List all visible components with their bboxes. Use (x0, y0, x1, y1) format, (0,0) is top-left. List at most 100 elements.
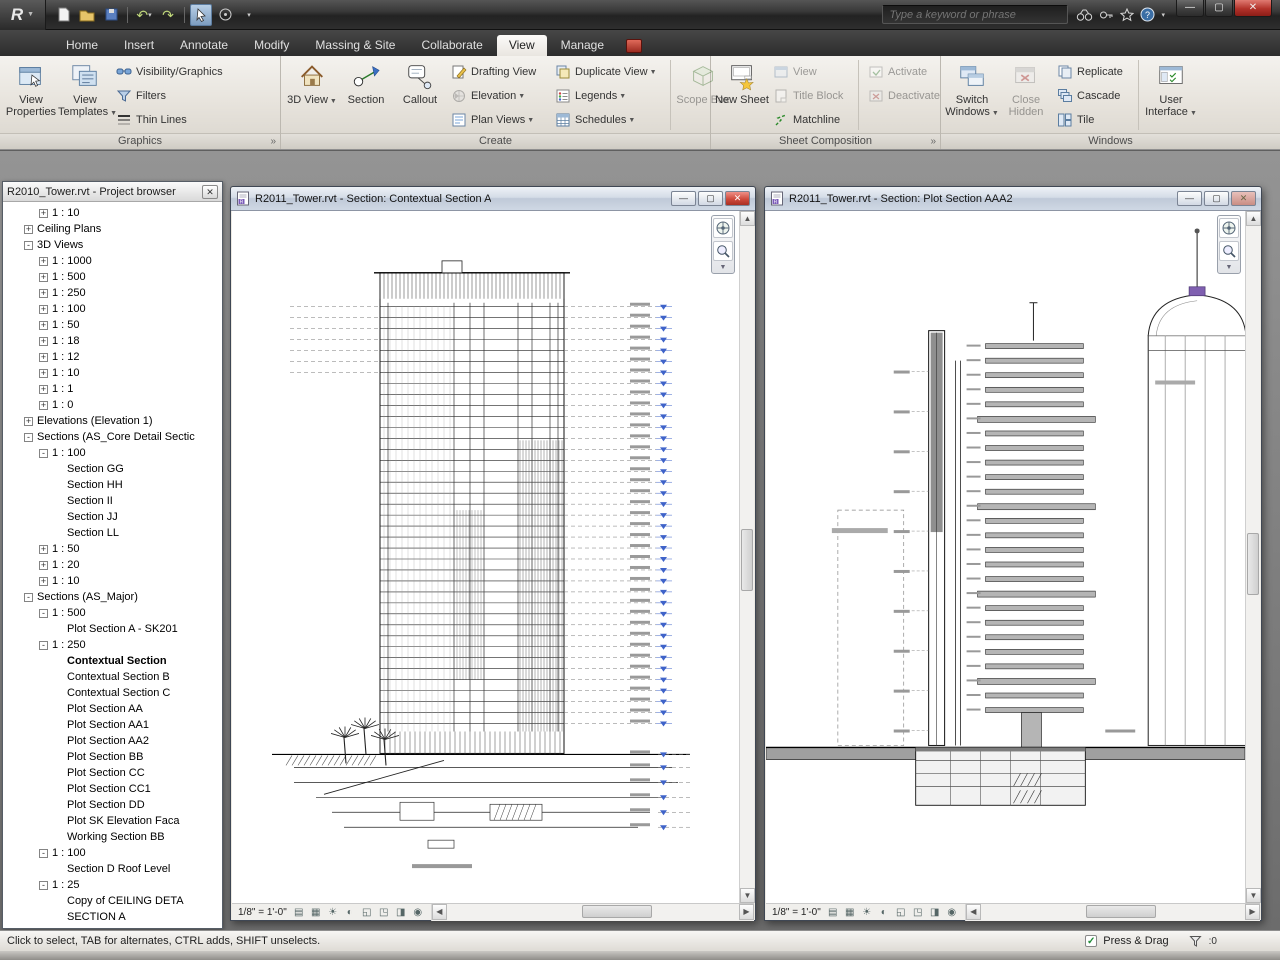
panel-label-sheet-composition[interactable]: Sheet Composition» (711, 133, 940, 149)
scroll-right-icon[interactable]: ▶ (739, 904, 754, 920)
new-sheet-button[interactable]: New Sheet (715, 58, 769, 132)
tree-item[interactable]: Section II (3, 493, 222, 509)
redo-button[interactable]: ↷ (157, 4, 179, 26)
view-properties-button[interactable]: View Properties (4, 58, 58, 132)
tree-item[interactable]: Plot Section AA1 (3, 717, 222, 733)
minimize-window-button[interactable]: — (1176, 0, 1204, 17)
tab-massing-site[interactable]: Massing & Site (303, 35, 407, 56)
tree-item[interactable]: +1 : 20 (3, 557, 222, 573)
tree-item[interactable]: +Ceiling Plans (3, 221, 222, 237)
tree-item[interactable]: Contextual Section B (3, 669, 222, 685)
tree-item[interactable]: +1 : 50 (3, 541, 222, 557)
shadows-icon[interactable]: ◐ (343, 906, 357, 919)
tree-item[interactable]: Working Section BB (3, 829, 222, 845)
expand-icon[interactable]: + (39, 321, 48, 330)
tree-item[interactable]: -3D Views (3, 237, 222, 253)
tree-item[interactable]: Section GG (3, 461, 222, 477)
collapse-icon[interactable]: - (39, 609, 48, 618)
scrollbar-thumb[interactable] (1247, 533, 1259, 595)
tree-item[interactable]: +1 : 1 (3, 381, 222, 397)
maximize-window-button[interactable]: ▢ (1205, 0, 1233, 17)
search-input[interactable] (882, 5, 1068, 24)
tab-view[interactable]: View (497, 35, 547, 56)
tab-annotate[interactable]: Annotate (168, 35, 240, 56)
user-interface-button[interactable]: User Interface▼ (1144, 58, 1198, 132)
tree-item[interactable]: -1 : 100 (3, 445, 222, 461)
duplicate-view-button[interactable]: Duplicate View▼ (551, 60, 665, 84)
expand-icon[interactable]: + (24, 417, 33, 426)
qat-customize-button[interactable]: ▾ (238, 4, 260, 26)
expand-icon[interactable]: + (39, 545, 48, 554)
visual-style-icon[interactable]: ▦ (309, 906, 323, 919)
detail-level-icon[interactable]: ▤ (826, 906, 840, 919)
scroll-left-icon[interactable]: ◀ (432, 904, 447, 920)
switch-windows-button[interactable]: Switch Windows▼ (945, 58, 999, 132)
reveal-hidden-icon[interactable]: ◉ (411, 906, 425, 919)
new-document-button[interactable] (52, 4, 74, 26)
replicate-button[interactable]: Replicate (1053, 60, 1133, 84)
tree-item[interactable]: Plot Section CC (3, 765, 222, 781)
expand-icon[interactable]: + (39, 273, 48, 282)
expand-icon[interactable]: + (24, 225, 33, 234)
tree-item[interactable]: +1 : 0 (3, 397, 222, 413)
tree-item[interactable]: +1 : 50 (3, 317, 222, 333)
collapse-icon[interactable]: - (39, 641, 48, 650)
tree-item[interactable]: Section HH (3, 477, 222, 493)
expand-icon[interactable]: + (39, 577, 48, 586)
visual-style-icon[interactable]: ▦ (843, 906, 857, 919)
tab-insert[interactable]: Insert (112, 35, 166, 56)
sun-path-icon[interactable]: ☀ (860, 906, 874, 919)
view-scale-button[interactable]: 1/8" = 1'-0" (232, 907, 292, 918)
tree-item[interactable]: Plot SK Elevation Faca (3, 813, 222, 829)
tree-item[interactable]: -1 : 25 (3, 877, 222, 893)
filters-button[interactable]: Filters (112, 84, 227, 108)
tree-item[interactable]: Plot Section CC1 (3, 781, 222, 797)
tree-item[interactable]: +Elevations (Elevation 1) (3, 413, 222, 429)
collapse-icon[interactable]: - (24, 241, 33, 250)
plan-views-button[interactable]: Plan Views▼ (447, 108, 551, 132)
view-templates-button[interactable]: View Templates▼ (58, 58, 112, 132)
shadows-icon[interactable]: ◐ (877, 906, 891, 919)
temporary-hide-icon[interactable]: ◨ (928, 906, 942, 919)
callout-button[interactable]: Callout (393, 58, 447, 132)
tree-item[interactable]: Plot Section BB (3, 749, 222, 765)
panel-expand-icon[interactable]: » (270, 134, 276, 149)
expand-icon[interactable]: + (39, 385, 48, 394)
doc2-close-button[interactable]: ✕ (1231, 191, 1256, 206)
scroll-up-icon[interactable]: ▲ (1246, 211, 1261, 226)
doc1-close-button[interactable]: ✕ (725, 191, 750, 206)
zoom-button[interactable] (713, 241, 733, 261)
tree-item[interactable]: Section JJ (3, 509, 222, 525)
close-window-button[interactable]: ✕ (1234, 0, 1272, 17)
tab-home[interactable]: Home (54, 35, 110, 56)
expand-icon[interactable]: + (39, 353, 48, 362)
collapse-icon[interactable]: - (39, 881, 48, 890)
tree-item[interactable]: +1 : 100 (3, 301, 222, 317)
expand-icon[interactable]: + (39, 401, 48, 410)
scrollbar-thumb[interactable] (1086, 905, 1156, 918)
favorites-star-icon[interactable] (1120, 8, 1134, 22)
zoom-button[interactable] (1219, 241, 1239, 261)
tree-item[interactable]: Contextual Section C (3, 685, 222, 701)
press-drag-checkbox[interactable]: ✓ (1085, 935, 1097, 947)
tree-item[interactable]: SECTION A (3, 909, 222, 925)
tree-item[interactable]: +1 : 250 (3, 285, 222, 301)
panel-expand-icon[interactable]: » (930, 134, 936, 149)
reveal-hidden-icon[interactable]: ◉ (945, 906, 959, 919)
application-menu-button[interactable]: R▼ (0, 0, 46, 30)
scrollbar-thumb[interactable] (741, 529, 753, 591)
doc1-titlebar[interactable]: R R2011_Tower.rvt - Section: Contextual … (231, 187, 755, 211)
tree-item[interactable]: Contextual Section (3, 653, 222, 669)
expand-icon[interactable]: + (39, 337, 48, 346)
binoculars-icon[interactable] (1076, 8, 1093, 22)
doc2-horizontal-scrollbar[interactable]: ◀ ▶ (965, 904, 1260, 921)
elevation-button[interactable]: Elevation▼ (447, 84, 551, 108)
scroll-down-icon[interactable]: ▼ (1246, 888, 1261, 903)
open-button[interactable] (76, 4, 98, 26)
tile-button[interactable]: Tile (1053, 108, 1133, 132)
view-placement-button[interactable]: View (769, 60, 853, 84)
navbar-chevron-icon[interactable]: ▼ (720, 264, 727, 271)
tree-item[interactable]: Copy of CEILING DETA (3, 893, 222, 909)
help-icon[interactable]: ? (1140, 7, 1155, 22)
deactivate-button[interactable]: Deactivate (864, 84, 942, 108)
